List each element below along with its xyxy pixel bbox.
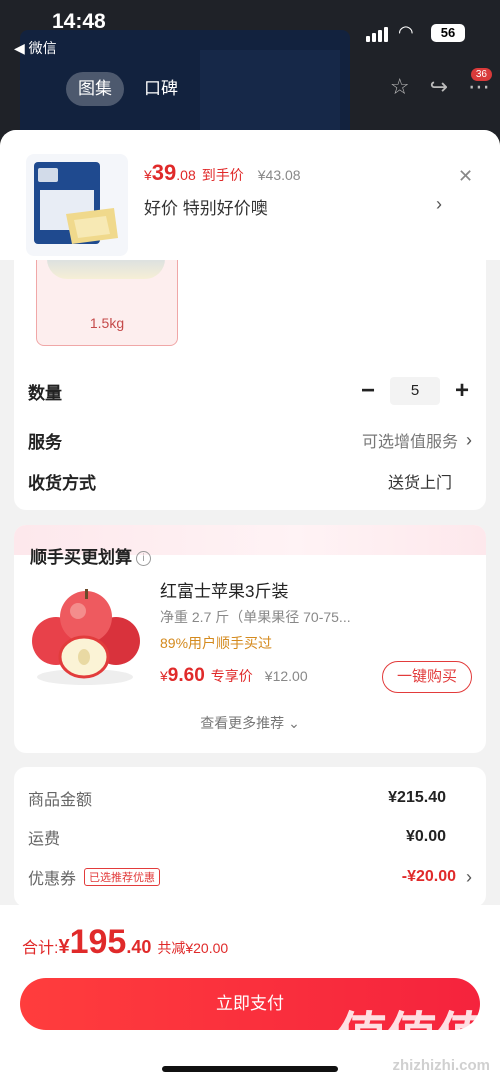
chevron-right-icon: › <box>466 866 472 887</box>
service-row[interactable]: 服务 可选增值服务 › <box>28 425 472 455</box>
checkout-sheet: ¥39.08 到手价 ¥43.08 好价 特别好价噢 › ✕ 1.5kg 数量 … <box>0 130 500 1082</box>
gallery-tabs: 图集 口碑 <box>66 72 190 106</box>
service-value: 可选增值服务 <box>361 434 458 451</box>
goods-amount-label: 商品金额 <box>28 792 93 809</box>
close-icon[interactable]: ✕ <box>458 166 473 187</box>
recommend-price: 9.60 <box>167 665 205 686</box>
price-integer: 39 <box>151 160 177 185</box>
status-time: 14:48 <box>52 10 106 33</box>
recommend-item-desc: 净重 2.7 斤（单果果径 70-75... <box>160 609 351 625</box>
minus-icon[interactable]: − <box>358 377 378 405</box>
quantity-input[interactable]: 5 <box>390 377 440 405</box>
price-label: 到手价 <box>201 167 244 183</box>
quantity-row: 数量 − 5 + <box>28 376 472 406</box>
recommend-price-currency: ¥ <box>160 668 168 684</box>
spec-option-selected[interactable]: 1.5kg <box>36 248 178 346</box>
status-bar: 14:48 ◀ 微信 ◠ 56 <box>0 0 500 60</box>
spec-option-label: 1.5kg <box>89 315 125 331</box>
original-price: ¥43.08 <box>257 167 301 183</box>
see-more-recommend[interactable]: 查看更多推荐 ⌄ <box>14 713 486 733</box>
recommend-orig-price: ¥12.00 <box>264 668 308 684</box>
checkout-bar: 合计: ¥ 195 .40 共减¥20.00 立即支付 值值值 zhizhizh… <box>0 905 500 1082</box>
recommend-price-label: 专享价 <box>210 668 253 684</box>
wifi-icon: ◠ <box>398 22 414 42</box>
price-decimal: .08 <box>176 167 196 183</box>
order-total: 合计: ¥ 195 .40 共减¥20.00 <box>22 923 228 962</box>
chevron-right-icon[interactable]: › <box>436 194 442 215</box>
promo-text[interactable]: 好价 特别好价噢 <box>144 194 268 219</box>
shipping-value: ¥0.00 <box>405 828 446 845</box>
signal-icon <box>366 26 390 42</box>
total-decimal: .40 <box>126 937 152 957</box>
delivery-row: 收货方式 送货上门 <box>28 466 472 496</box>
options-card: 1.5kg 数量 − 5 + 服务 可选增值服务 › 收货方式 送货上门 <box>14 248 486 510</box>
service-label: 服务 <box>28 432 62 452</box>
recommend-item-name[interactable]: 红富士苹果3斤装 <box>160 577 288 602</box>
price-currency: ¥ <box>144 167 152 183</box>
coupon-label: 优惠券 <box>28 871 77 888</box>
info-icon[interactable]: i <box>136 551 151 566</box>
coupon-row[interactable]: 优惠券 已选推荐优惠 -¥20.00 › <box>28 864 472 890</box>
message-badge: 36 <box>470 68 492 81</box>
plus-icon[interactable]: + <box>452 377 472 405</box>
home-indicator <box>162 1066 338 1072</box>
quantity-label: 数量 <box>28 383 62 403</box>
delivery-label: 收货方式 <box>28 473 96 493</box>
recommend-item-bought: 89%用户顺手买过 <box>160 635 273 651</box>
totals-card: 商品金额 ¥215.40 运费 ¥0.00 优惠券 已选推荐优惠 -¥20.00… <box>14 767 486 907</box>
total-currency: ¥ <box>58 936 70 958</box>
coupon-tag: 已选推荐优惠 <box>84 868 161 886</box>
coupon-value: -¥20.00 <box>401 868 456 885</box>
recommend-title: 顺手买更划算 i <box>30 543 151 568</box>
shipping-row: 运费 ¥0.00 <box>28 824 472 850</box>
product-thumbnail <box>26 154 128 256</box>
total-saving: 共减¥20.00 <box>157 940 229 956</box>
recommend-card: 顺手买更划算 i 红富士苹果3斤装 净重 2.7 斤（单果果径 70-75... … <box>14 525 486 753</box>
back-to-wechat[interactable]: ◀ 微信 <box>14 38 57 58</box>
product-price-row: ¥39.08 到手价 ¥43.08 <box>144 160 301 186</box>
tab-gallery[interactable]: 图集 <box>66 72 124 106</box>
one-click-buy-button[interactable]: 一键购买 <box>382 661 472 693</box>
chevron-right-icon: › <box>466 429 472 450</box>
product-summary: ¥39.08 到手价 ¥43.08 好价 特别好价噢 › ✕ <box>0 130 500 260</box>
quantity-stepper: − 5 + <box>358 377 472 405</box>
total-label: 合计: <box>22 940 59 957</box>
apple-product-image[interactable] <box>28 577 142 691</box>
share-icon[interactable]: ↪ <box>430 74 448 100</box>
delivery-value: 送货上门 <box>387 475 452 492</box>
total-integer: 195 <box>69 923 127 961</box>
shipping-label: 运费 <box>28 831 61 848</box>
watermark-site: zhizhizhi.com <box>392 1057 491 1074</box>
goods-amount-row: 商品金额 ¥215.40 <box>28 785 472 811</box>
battery-indicator: 56 <box>431 24 465 42</box>
tab-reviews[interactable]: 口碑 <box>132 72 190 106</box>
recommend-item-price-row: ¥9.60 专享价 ¥12.00 <box>160 665 308 687</box>
favorite-icon[interactable]: ☆ <box>390 74 410 100</box>
goods-amount-value: ¥215.40 <box>388 789 446 806</box>
